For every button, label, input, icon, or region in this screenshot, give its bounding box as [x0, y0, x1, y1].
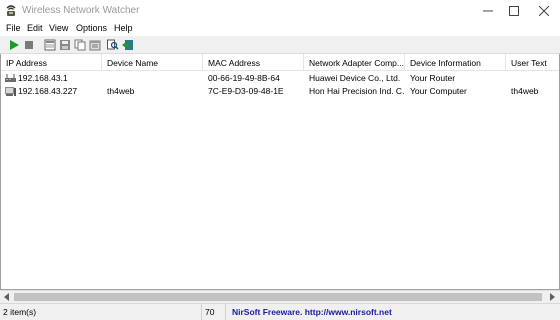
menu-edit[interactable]: Edit — [27, 23, 43, 33]
column-device-name[interactable]: Device Name — [102, 54, 203, 71]
play-icon[interactable] — [7, 38, 21, 52]
app-icon — [4, 4, 18, 18]
router-icon — [5, 74, 16, 83]
mac-address-cell: 00-66-19-49-8B-64 — [208, 73, 280, 83]
menu-bar: File Edit View Options Help — [0, 22, 560, 36]
find-icon[interactable] — [106, 38, 120, 52]
adapter-company-cell: Huawei Device Co., Ltd. — [309, 73, 401, 83]
stop-icon[interactable] — [22, 38, 36, 52]
ip-address-cell: 192.168.43.227 — [18, 86, 78, 96]
user-text-cell: th4web — [511, 86, 539, 96]
exit-icon[interactable] — [121, 38, 135, 52]
properties-icon[interactable] — [88, 38, 102, 52]
close-button[interactable] — [526, 0, 560, 22]
table-row[interactable]: 192.168.43.1 00-66-19-49-8B-64 Huawei De… — [1, 72, 559, 85]
nirsoft-link[interactable]: NirSoft Freeware. http://www.nirsoft.net — [226, 304, 560, 320]
mac-address-cell: 7C-E9-D3-09-48-1E — [208, 86, 284, 96]
toolbar — [0, 36, 560, 54]
menu-view[interactable]: View — [49, 23, 68, 33]
column-user-text[interactable]: User Text — [506, 54, 559, 71]
title-bar: Wireless Network Watcher — [0, 0, 560, 22]
menu-options[interactable]: Options — [76, 23, 107, 33]
window-title: Wireless Network Watcher — [22, 5, 140, 16]
save-icon[interactable] — [58, 38, 72, 52]
scroll-left-icon[interactable] — [1, 291, 13, 303]
column-ip-address[interactable]: IP Address — [1, 54, 102, 71]
status-item-count: 2 item(s) — [0, 304, 202, 320]
adapter-company-cell: Hon Hai Precision Ind. C... — [309, 86, 405, 96]
scroll-right-icon[interactable] — [546, 291, 558, 303]
column-device-information[interactable]: Device Information — [405, 54, 506, 71]
scroll-thumb[interactable] — [14, 293, 542, 301]
column-adapter-company[interactable]: Network Adapter Comp... — [304, 54, 405, 71]
device-list[interactable]: IP Address Device Name MAC Address Netwo… — [0, 54, 560, 290]
table-row[interactable]: 192.168.43.227 th4web 7C-E9-D3-09-48-1E … — [1, 85, 559, 98]
status-bar: 2 item(s) 70 NirSoft Freeware. http://ww… — [0, 303, 560, 320]
copy-icon[interactable] — [73, 38, 87, 52]
ip-address-cell: 192.168.43.1 — [18, 73, 68, 83]
device-name-cell: th4web — [107, 86, 135, 96]
device-information-cell: Your Router — [410, 73, 456, 83]
computer-icon — [5, 87, 16, 96]
menu-file[interactable]: File — [6, 23, 21, 33]
menu-help[interactable]: Help — [114, 23, 133, 33]
list-header: IP Address Device Name MAC Address Netwo… — [1, 54, 559, 71]
horizontal-scrollbar[interactable] — [0, 290, 560, 303]
column-mac-address[interactable]: MAC Address — [203, 54, 304, 71]
status-number: 70 — [202, 304, 226, 320]
device-information-cell: Your Computer — [410, 86, 467, 96]
html-report-icon[interactable] — [43, 38, 57, 52]
